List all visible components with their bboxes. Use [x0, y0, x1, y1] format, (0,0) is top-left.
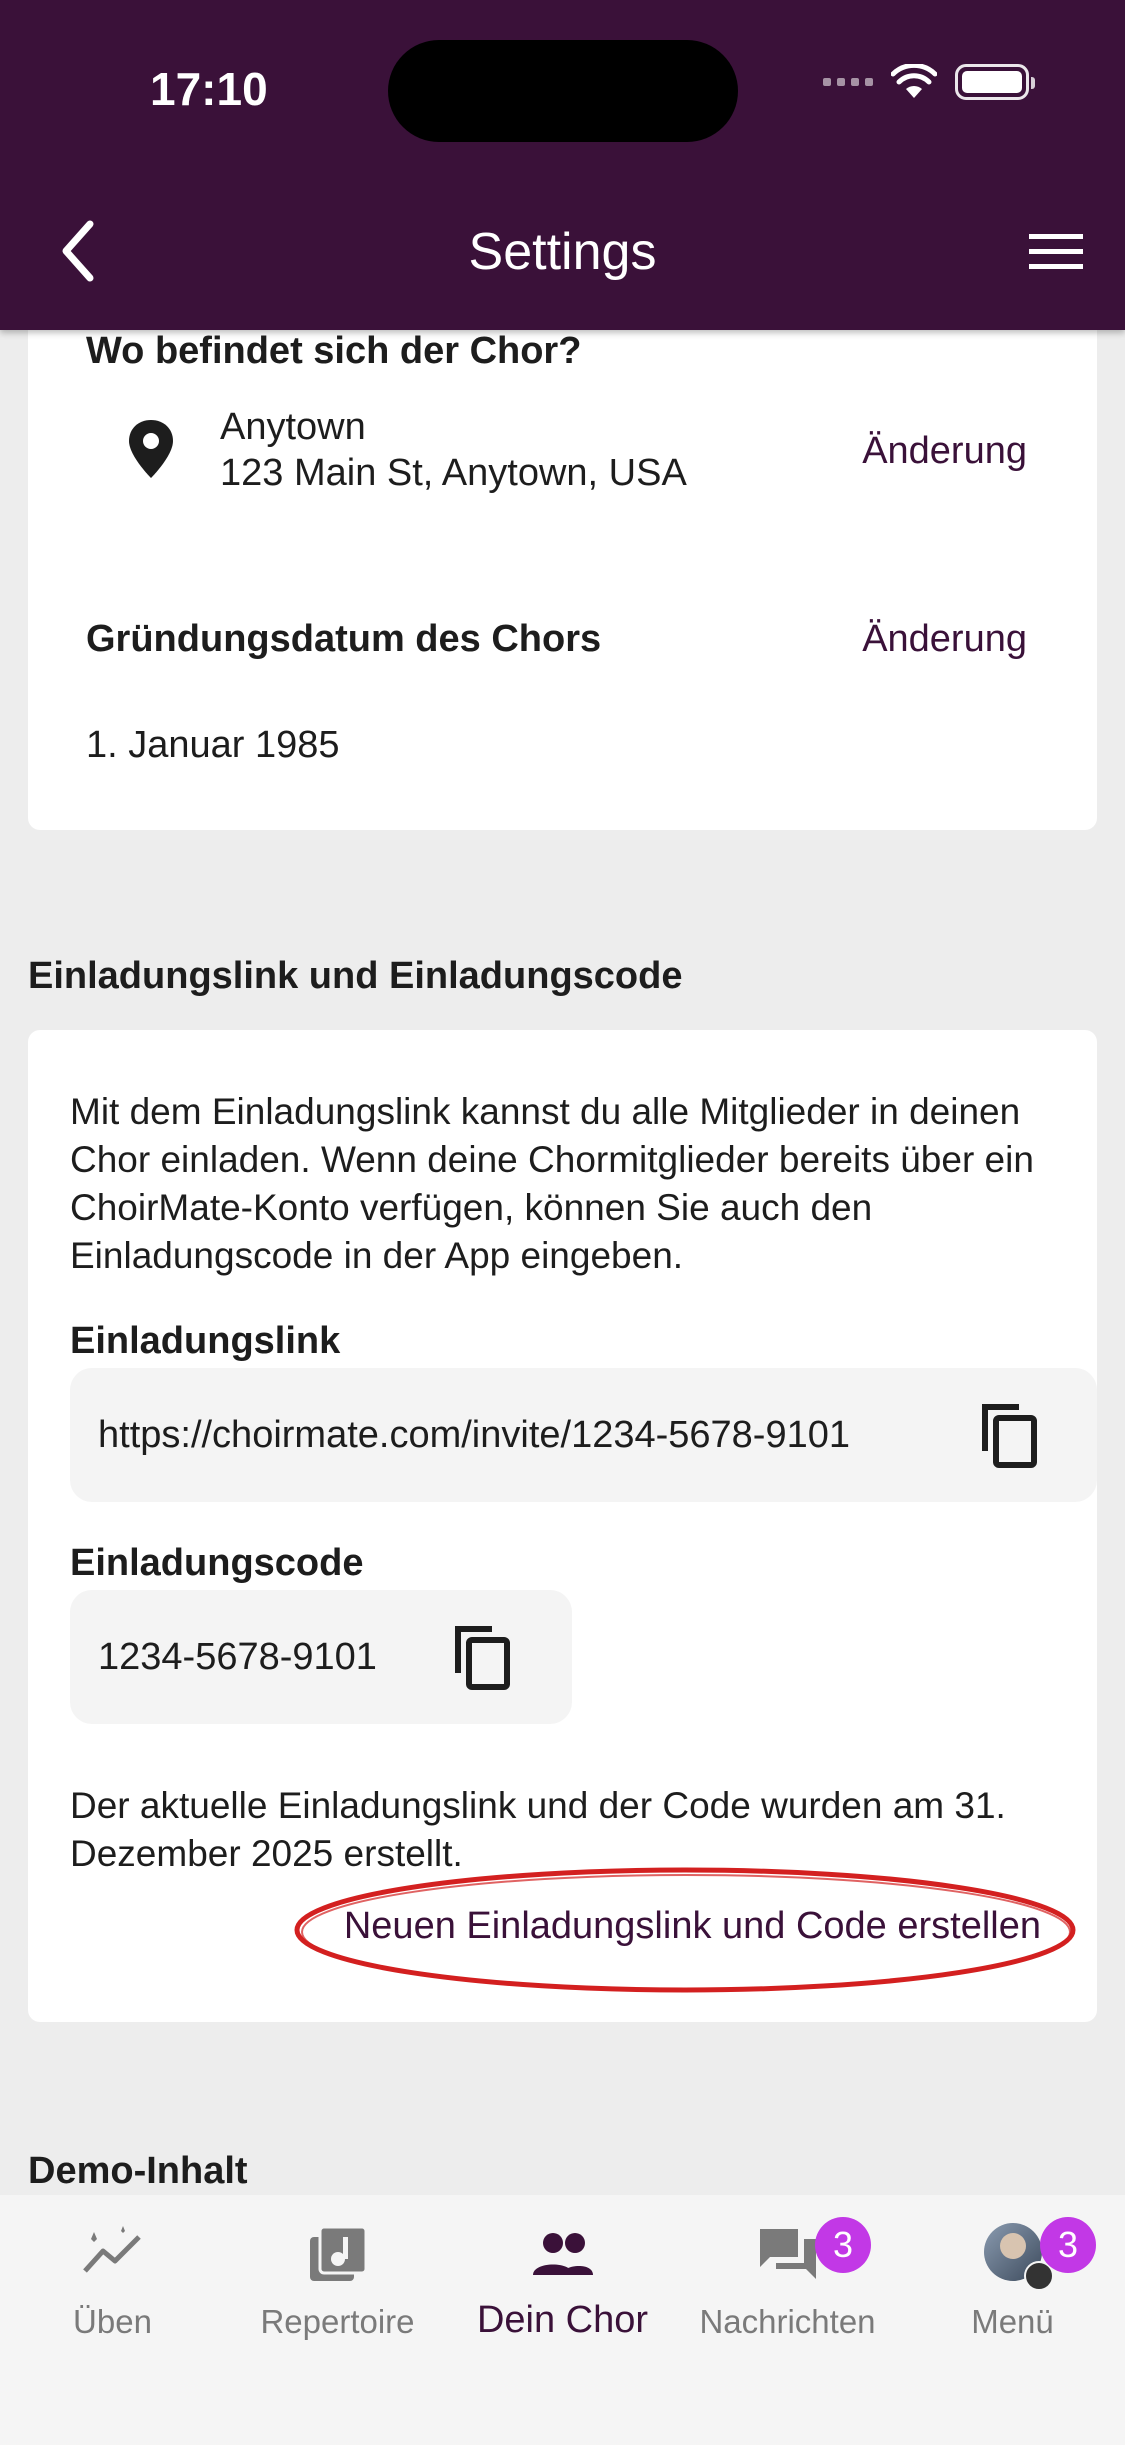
- nav-label-messages: Nachrichten: [699, 2303, 876, 2340]
- change-location-button[interactable]: Änderung: [862, 430, 1027, 473]
- invite-created-note: Der aktuelle Einladungslink und der Code…: [70, 1785, 1006, 1874]
- location-pin-icon: [129, 420, 173, 478]
- signal-icon: [823, 78, 873, 86]
- app-bar: 17:10 Settings: [0, 0, 1125, 330]
- menu-badge: 3: [1040, 2217, 1096, 2273]
- dynamic-island: [388, 40, 738, 142]
- nav-label-practice: Üben: [73, 2303, 152, 2340]
- location-name: Anytown: [220, 406, 366, 448]
- group-icon: [532, 2233, 593, 2275]
- invite-card: Mit dem Einladungslink kannst du alle Mi…: [28, 1030, 1097, 2022]
- founding-date-value: 1. Januar 1985: [86, 724, 340, 766]
- hamburger-menu-icon[interactable]: [1027, 230, 1085, 274]
- invite-link-label: Einladungslink: [70, 1320, 341, 1362]
- status-time: 17:10: [150, 63, 268, 115]
- invite-code-value: 1234-5678-9101: [98, 1635, 377, 1678]
- battery-icon: [955, 64, 1035, 100]
- nav-label-your-choir: Dein Chor: [476, 2299, 649, 2341]
- founding-date-label: Gründungsdatum des Chors: [86, 618, 602, 660]
- music-library-icon: [309, 2225, 367, 2281]
- invite-description: Mit dem Einladungslink kannst du alle Mi…: [70, 1091, 1034, 1276]
- nav-label-repertoire: Repertoire: [260, 2303, 415, 2340]
- invite-code-label: Einladungscode: [70, 1542, 364, 1584]
- location-question: Wo befindet sich der Chor?: [86, 330, 582, 372]
- practice-chart-icon: [82, 2226, 141, 2273]
- wifi-icon: [891, 64, 937, 98]
- status-icons: [823, 64, 1035, 100]
- invite-link-value: https://choirmate.com/invite/1234-5678-9…: [98, 1413, 850, 1456]
- messages-badge: 3: [815, 2217, 871, 2273]
- nav-item-repertoire[interactable]: Repertoire: [225, 2213, 450, 2353]
- invite-link-field[interactable]: https://choirmate.com/invite/1234-5678-9…: [70, 1368, 1097, 1502]
- nav-item-menu[interactable]: 3 Menü: [900, 2213, 1125, 2353]
- nav-item-messages[interactable]: 3 Nachrichten: [675, 2213, 900, 2353]
- choir-info-card: Wo befindet sich der Chor? Anytown 123 M…: [28, 300, 1097, 830]
- invite-code-field[interactable]: 1234-5678-9101: [70, 1590, 572, 1724]
- demo-section-heading: Demo-Inhalt: [28, 2150, 248, 2192]
- chat-icon: [759, 2229, 816, 2279]
- location-address: 123 Main St, Anytown, USA: [220, 452, 687, 494]
- nav-label-menu: Menü: [971, 2303, 1054, 2340]
- create-new-invite-button[interactable]: Neuen Einladungslink und Code erstellen: [344, 1905, 1041, 1948]
- copy-link-icon[interactable]: [979, 1401, 1041, 1469]
- nav-item-practice[interactable]: Üben: [0, 2213, 225, 2353]
- page-title: Settings: [468, 223, 657, 281]
- change-founding-date-button[interactable]: Änderung: [862, 618, 1027, 661]
- nav-item-your-choir[interactable]: Dein Chor: [450, 2213, 675, 2353]
- invite-section-heading: Einladungslink und Einladungscode: [28, 955, 683, 997]
- copy-code-icon[interactable]: [452, 1623, 514, 1691]
- bottom-navigation: Üben Repertoire Dein Chor 3 Nachrichten …: [0, 2195, 1125, 2445]
